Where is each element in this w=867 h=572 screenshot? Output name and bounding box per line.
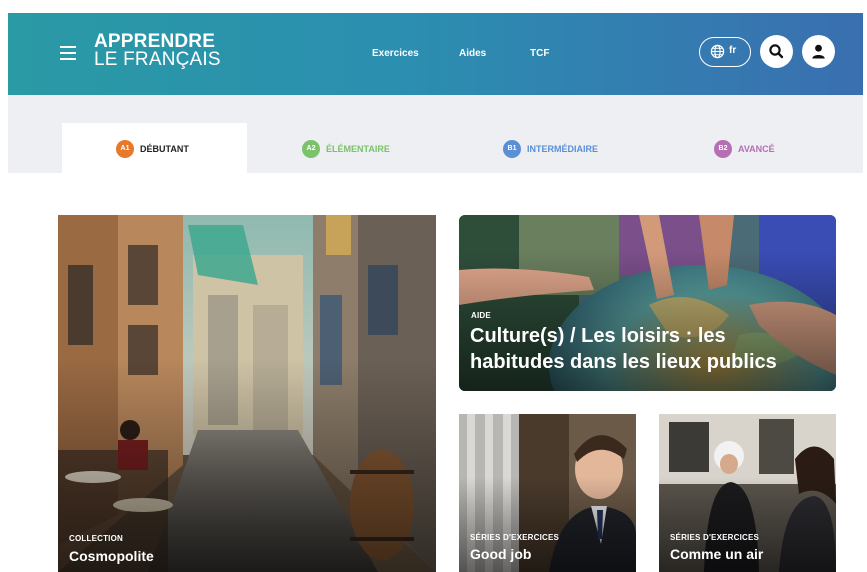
menu-icon[interactable]	[60, 46, 76, 60]
card-culture-loisirs[interactable]: AIDE Culture(s) / Les loisirs : les habi…	[459, 215, 836, 391]
card-title: Comme un air	[670, 546, 764, 562]
tab-label-debutant: DÉBUTANT	[140, 144, 189, 154]
language-button[interactable]: fr	[699, 37, 751, 67]
account-button[interactable]	[802, 35, 835, 68]
globe-icon	[710, 44, 725, 59]
language-code: fr	[729, 45, 737, 56]
level-badge-a1: A1	[116, 140, 134, 158]
user-icon	[812, 44, 825, 59]
tab-label-intermediaire: INTERMÉDIAIRE	[527, 144, 599, 154]
card-title: Cosmopolite	[69, 548, 154, 564]
card-comme-un-air[interactable]: SÉRIES D'EXERCICES Comme un air	[659, 414, 836, 572]
site-logo[interactable]: APPRENDRE LE FRANÇAIS	[94, 32, 221, 70]
card-title: Good job	[470, 546, 532, 562]
nav-aides[interactable]: Aides	[459, 48, 486, 59]
nav-tcf[interactable]: TCF	[530, 48, 549, 59]
tab-label-elementaire: ÉLÉMENTAIRE	[326, 144, 390, 154]
card-title-line-2: habitudes dans les lieux publics	[470, 351, 777, 373]
card-category: AIDE	[471, 311, 491, 320]
logo-line-2: LE FRANÇAIS	[94, 49, 221, 70]
card-category: SÉRIES D'EXERCICES	[470, 533, 560, 542]
level-badge-b2: B2	[714, 140, 732, 158]
card-cosmopolite[interactable]: COLLECTION Cosmopolite	[58, 215, 436, 572]
level-badge-a2: A2	[302, 140, 320, 158]
card-title-line-1: Culture(s) / Les loisirs : les	[470, 325, 726, 347]
search-icon	[769, 44, 784, 59]
level-tabs-bar: A1 DÉBUTANT A2 ÉLÉMENTAIRE B1 INTERMÉDIA…	[8, 95, 863, 173]
search-button[interactable]	[760, 35, 793, 68]
nav-exercices[interactable]: Exercices	[372, 48, 419, 59]
level-badge-b1: B1	[503, 140, 521, 158]
card-good-job[interactable]: SÉRIES D'EXERCICES Good job	[459, 414, 636, 572]
card-category: SÉRIES D'EXERCICES	[670, 533, 760, 542]
card-category: COLLECTION	[69, 534, 123, 543]
tab-label-avance: AVANCÉ	[738, 144, 775, 154]
site-header: APPRENDRE LE FRANÇAIS Exercices Aides TC…	[8, 13, 863, 95]
